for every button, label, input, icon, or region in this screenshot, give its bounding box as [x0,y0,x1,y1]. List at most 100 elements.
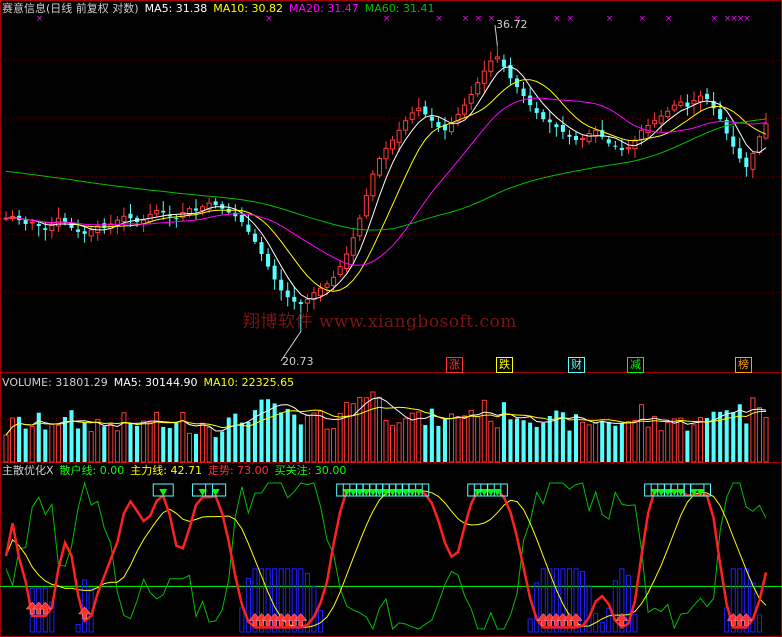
x-mark-8: × [553,14,561,24]
volume-bar-34 [226,417,231,462]
volume-bar-102 [671,418,677,463]
candle-body-76 [501,59,506,67]
candle-body-72 [475,82,481,95]
volume-bar-42 [279,412,284,462]
volume-bar-44 [292,414,297,462]
ma10-line [5,79,767,292]
main-line [5,490,767,628]
ma20-readout: MA20: 31.47 [289,2,359,15]
volume-bar-0 [3,434,9,463]
candle-body-114 [750,152,756,170]
x-mark-2: × [383,14,391,24]
volume-bar-21 [141,420,147,463]
volume-bar-13 [88,431,94,463]
candle-body-102 [671,104,677,111]
candle-body-73 [481,70,487,84]
event-marker-2[interactable]: 财 [568,357,585,373]
volume-bar-16 [108,423,114,463]
x-mark-1: × [265,14,273,24]
candle-body-109 [718,109,723,120]
x-mark-12: × [665,14,673,24]
candle-body-46 [304,298,310,304]
main-line-readout: 主力线: 42.71 [130,464,202,477]
volume-bar-23 [154,411,160,463]
volume-bar-79 [521,420,526,462]
candle-body-30 [200,206,206,212]
candle-body-65 [429,116,434,121]
volume-bar-7 [49,423,55,463]
volume-bar-61 [403,418,409,463]
event-marker-0[interactable]: 涨 [446,357,463,373]
price-header: 赛意信息(日线 前复权 对数) MA5: 31.38 MA10: 30.82 MA20… [2,2,440,15]
volume-bar-53 [350,403,356,463]
volume-bar-49 [324,428,330,463]
x-mark-3: × [435,14,443,24]
candle-body-42 [279,279,284,291]
candle-body-116 [763,123,769,139]
candle-body-104 [685,102,690,107]
candle-body-89 [586,133,592,142]
volume-bar-94 [619,423,624,462]
force-bar-93 [612,580,618,633]
volume-bar-97 [638,404,645,463]
volume-bar-74 [488,420,494,463]
retail-line-readout: 散户线: 0.00 [59,464,125,477]
volume-bar-68 [448,413,455,463]
force-bar-80 [527,618,533,633]
watermark: 翔博软件 www.xiangbosoft.com [243,312,517,332]
volume-bar-114 [750,397,756,463]
volume-bar-73 [481,399,487,463]
volume-bar-60 [396,422,402,463]
event-marker-1[interactable]: 跌 [496,357,513,373]
volume-bar-66 [436,425,441,462]
candle-body-48 [317,287,324,296]
volume-bar-32 [213,437,218,462]
x-mark-10: × [606,14,614,24]
volume-bar-58 [383,420,389,463]
candle-body-49 [324,283,330,288]
volume-bar-45 [298,424,303,462]
attention-readout: 买关注: 30.00 [274,464,347,477]
volume-bar-70 [462,415,468,463]
volume-bar-82 [541,422,546,462]
volume-bar-71 [468,410,474,463]
event-marker-4[interactable]: 榜 [735,357,752,373]
volume-bar-113 [744,423,749,462]
candle-body-5 [36,224,41,226]
volume-bar-3 [23,428,28,462]
ma60-readout: MA60: 31.41 [364,2,435,15]
volume-bar-41 [272,403,277,462]
candle-body-106 [697,95,704,103]
volume-bar-81 [534,426,539,462]
candle-body-59 [390,139,396,150]
candle-body-96 [632,139,638,150]
trend-line [4,489,768,629]
candle-body-37 [246,224,251,232]
force-bar-96 [632,613,638,633]
volume-bar-93 [613,425,618,462]
candle-body-75 [494,56,500,60]
volume-bar-33 [220,431,225,462]
candle-body-92 [606,139,611,144]
event-marker-3[interactable]: 减 [627,357,644,373]
volume-bar-80 [528,422,533,462]
candle-body-53 [350,237,356,256]
candle-body-55 [363,195,369,217]
candle-body-54 [357,217,363,237]
volume-bar-95 [625,420,631,463]
chart-stage: { "colors": { "up": "#ff3b3b", "down": "… [0,0,782,637]
x-mark-6: × [488,14,496,24]
volume-bar-24 [161,426,166,462]
candle-body-56 [370,173,376,197]
candle-body-103 [678,101,684,106]
volume-header: VOLUME: 31801.29 MA5: 30144.90 MA10: 22325… [2,376,300,389]
volume-bar-10 [69,410,74,462]
ma5-readout: MA5: 31.38 [144,2,208,15]
candle-body-66 [436,122,441,128]
ma20-line [5,97,767,266]
candle-body-107 [705,93,710,100]
volume-bar-76 [501,402,506,462]
volume-bar-22 [147,422,153,463]
volume-bar-99 [652,415,658,463]
candle-body-85 [560,124,565,132]
